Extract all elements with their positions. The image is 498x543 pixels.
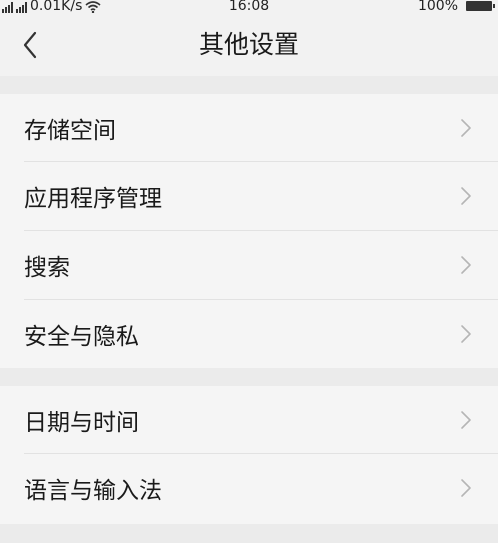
settings-item-label: 语言与输入法 bbox=[24, 477, 162, 504]
settings-item-label: 搜索 bbox=[24, 254, 70, 281]
divider bbox=[24, 453, 498, 454]
divider bbox=[24, 230, 498, 231]
chevron-right-icon bbox=[461, 186, 471, 205]
battery-icon bbox=[466, 1, 495, 11]
chevron-right-icon bbox=[461, 478, 471, 497]
settings-group-2: 日期与时间 语言与输入法 bbox=[0, 386, 498, 524]
chevron-right-icon bbox=[461, 118, 471, 137]
settings-item-label: 日期与时间 bbox=[24, 409, 139, 436]
status-right: 100% bbox=[417, 0, 495, 14]
nav-bar: 其他设置 bbox=[0, 14, 498, 76]
settings-item-date-time[interactable]: 日期与时间 bbox=[0, 386, 498, 453]
page-title: 其他设置 bbox=[198, 30, 299, 59]
divider bbox=[24, 299, 498, 300]
settings-item-storage[interactable]: 存储空间 bbox=[0, 94, 498, 161]
battery-percent: 100% bbox=[417, 0, 458, 14]
status-bar: 0.01K/s 16:08 100% bbox=[0, 0, 498, 14]
chevron-right-icon bbox=[461, 324, 471, 343]
settings-item-app-management[interactable]: 应用程序管理 bbox=[0, 161, 498, 230]
chevron-right-icon bbox=[461, 410, 471, 429]
divider bbox=[24, 161, 498, 162]
settings-item-label: 存储空间 bbox=[24, 117, 116, 144]
settings-item-security-privacy[interactable]: 安全与隐私 bbox=[0, 299, 498, 368]
chevron-right-icon bbox=[461, 255, 471, 274]
settings-group-1: 存储空间 应用程序管理 搜索 安全与隐私 bbox=[0, 94, 498, 368]
settings-item-label: 应用程序管理 bbox=[24, 185, 162, 212]
settings-item-search[interactable]: 搜索 bbox=[0, 230, 498, 299]
settings-item-language-input[interactable]: 语言与输入法 bbox=[0, 453, 498, 522]
settings-item-label: 安全与隐私 bbox=[24, 323, 139, 350]
